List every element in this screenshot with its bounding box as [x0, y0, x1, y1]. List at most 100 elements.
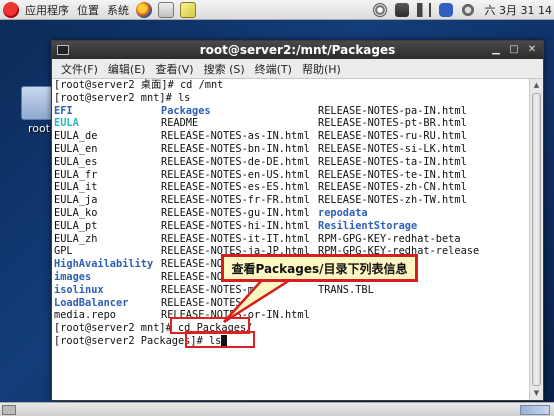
- listing-entry: images: [54, 270, 92, 283]
- command-line: [root@server2 mnt]# ls: [54, 91, 191, 104]
- mail-launcher-icon[interactable]: [158, 1, 174, 18]
- terminal-output[interactable]: [root@server2 桌面]# cd /mnt [root@server2…: [52, 79, 529, 400]
- listing-entry: RELEASE-NOTES-es-ES.html: [161, 181, 310, 194]
- top-panel: 应用程序 位置 系统 六 3月 31 14: [0, 0, 554, 20]
- menubar: 文件(F) 编辑(E) 查看(V) 搜索 (S) 终端(T) 帮助(H): [52, 59, 543, 79]
- menu-terminal[interactable]: 终端(T): [250, 61, 297, 77]
- listing-entry: RELEASE-NOTES-it-IT.html: [161, 232, 310, 245]
- menu-help[interactable]: 帮助(H): [297, 61, 346, 77]
- listing-entry: RELEASE-NOTES-fr-FR.html: [161, 194, 310, 207]
- listing-entry: TRANS.TBL: [318, 283, 374, 296]
- menu-edit[interactable]: 编辑(E): [103, 61, 151, 77]
- listing-entry: EULA_zh: [54, 232, 98, 245]
- listing-row: EULA_it RELEASE-NOTES-es-ES.html RELEASE-N…: [54, 181, 529, 194]
- listing-row: EULA_ko RELEASE-NOTES-gu-IN.html repodata: [54, 207, 529, 220]
- note-launcher-icon[interactable]: [180, 1, 196, 18]
- minimize-button[interactable]: ▁: [489, 43, 503, 57]
- command-line-current: [root@server2 Packages]# ls: [54, 335, 529, 348]
- listing-entry: RELEASE-NOTES-bn-IN.html: [161, 142, 310, 155]
- listing-row: EULA_ja RELEASE-NOTES-fr-FR.html RELEASE-N…: [54, 194, 529, 207]
- listing-row: EULA README RELEASE-NOTES-pt-BR.html: [54, 117, 529, 130]
- power-icon[interactable]: [394, 2, 409, 17]
- menu-search[interactable]: 搜索 (S): [199, 61, 250, 77]
- listing-row: LoadBalancer RELEASE-NOTES-: [54, 297, 529, 310]
- menu-file[interactable]: 文件(F): [56, 61, 103, 77]
- listing-entry: Packages: [161, 104, 211, 117]
- listing-entry: RELEASE-NOTES-or-IN.html: [161, 309, 310, 322]
- firefox-launcher-icon[interactable]: [136, 1, 152, 18]
- prompt-text: [root@server2 Packages]# ls: [54, 334, 222, 347]
- listing-row: media.repo RELEASE-NOTES-or-IN.html: [54, 309, 529, 322]
- network-icon[interactable]: [372, 2, 387, 17]
- listing-entry: RELEASE-NOTES-de-DE.html: [161, 155, 310, 168]
- places-menu[interactable]: 位置: [73, 0, 103, 20]
- listing-entry: EFI: [54, 104, 73, 117]
- listing-entry: [318, 297, 498, 310]
- system-menu[interactable]: 系统: [103, 0, 133, 20]
- listing-row: EULA_pt RELEASE-NOTES-hi-IN.html Resilient…: [54, 220, 529, 233]
- scroll-thumb[interactable]: [532, 93, 541, 386]
- listing-entry: EULA_es: [54, 155, 98, 168]
- listing-entry: media.repo: [54, 309, 116, 322]
- listing-row: EULA_es RELEASE-NOTES-de-DE.html RELEASE-N…: [54, 156, 529, 169]
- listing-entry: RELEASE-NOTES-hi-IN.html: [161, 219, 310, 232]
- command-line: [root@server2 桌面]# cd /mnt: [54, 79, 224, 91]
- listing-entry: EULA_en: [54, 142, 98, 155]
- listing-entry: RELEASE-NOTES-ru-RU.html: [318, 130, 467, 143]
- scroll-up-arrow-icon[interactable]: ▲: [530, 79, 543, 92]
- listing-entry: EULA: [54, 117, 79, 130]
- maximize-button[interactable]: □: [507, 43, 521, 57]
- listing-entry: HighAvailability: [54, 258, 154, 271]
- listing-entry: RELEASE-NOTES-ta-IN.html: [318, 155, 467, 168]
- listing-entry: README: [161, 117, 199, 130]
- listing-entry: RPM-GPG-KEY-redhat-beta: [318, 232, 461, 245]
- listing-entry: EULA_ja: [54, 194, 98, 207]
- window-title: root@server2:/mnt/Packages: [199, 43, 396, 57]
- listing-entry: RELEASE-NOTES-zh-CN.html: [318, 181, 467, 194]
- show-desktop-icon[interactable]: [2, 405, 16, 415]
- listing-entry: RELEASE-NOTES-si-LK.html: [318, 142, 467, 155]
- listing-entry: RELEASE-NOTES-as-IN.html: [161, 130, 310, 143]
- vertical-scrollbar[interactable]: ▲ ▼: [529, 79, 543, 400]
- listing-entry: EULA_ko: [54, 206, 98, 219]
- settings-gear-icon[interactable]: [460, 2, 475, 17]
- listing-row: EULA_de RELEASE-NOTES-as-IN.html RELEASE-N…: [54, 130, 529, 143]
- menu-view[interactable]: 查看(V): [150, 61, 198, 77]
- system-tray: 六 3月 31 14: [369, 2, 554, 18]
- annotation-callout: 查看Packages/目录下列表信息: [221, 254, 418, 282]
- listing-entry: RELEASE-NOTES-te-IN.html: [318, 168, 467, 181]
- listing-entry: EULA_fr: [54, 168, 98, 181]
- listing-row: EULA_zh RELEASE-NOTES-it-IT.html RPM-GPG-K…: [54, 233, 529, 246]
- scroll-down-arrow-icon[interactable]: ▼: [530, 387, 543, 400]
- listing-row: EULA_en RELEASE-NOTES-bn-IN.html RELEASE-N…: [54, 143, 529, 156]
- terminal-window: root@server2:/mnt/Packages ▁ □ ✕ 文件(F) 编…: [51, 40, 544, 401]
- listing-entry: RELEASE-NOTES-: [161, 296, 248, 309]
- command-line: [root@server2 mnt]# cd Packages/: [54, 322, 253, 335]
- directory-listing: EFI Packages RELEASE-NOTES-pa-IN.html EULA R…: [54, 105, 529, 323]
- listing-entry: EULA_de: [54, 130, 98, 143]
- applications-menu[interactable]: 应用程序: [21, 0, 73, 20]
- workspace-switcher[interactable]: [520, 405, 550, 415]
- volume-icon[interactable]: [416, 2, 431, 17]
- listing-entry: RELEASE-NOTES-pa-IN.html: [318, 104, 467, 117]
- listing-entry: ResilientStorage: [318, 219, 418, 232]
- close-button[interactable]: ✕: [525, 43, 539, 57]
- listing-entry: isolinux: [54, 283, 104, 296]
- clock[interactable]: 六 3月 31 14: [485, 2, 552, 18]
- listing-entry: EULA_it: [54, 181, 98, 194]
- listing-row: EULA_fr RELEASE-NOTES-en-US.html RELEASE-N…: [54, 169, 529, 182]
- listing-entry: RELEASE-NOTES-zh-TW.html: [318, 194, 467, 207]
- text-cursor: [221, 335, 228, 347]
- listing-row: isolinux RELEASE-NOTES-m TRANS.TBL: [54, 284, 529, 297]
- listing-entry: GPL: [54, 245, 73, 258]
- listing-entry: RELEASE-NOTES-en-US.html: [161, 168, 310, 181]
- redhat-logo-icon[interactable]: [3, 1, 19, 18]
- listing-row: EFI Packages RELEASE-NOTES-pa-IN.html: [54, 105, 529, 118]
- listing-entry: RELEASE-NOTES-gu-IN.html: [161, 206, 310, 219]
- bluetooth-icon[interactable]: [438, 2, 453, 17]
- listing-entry: RELEASE-NOTES-m: [161, 283, 254, 296]
- listing-entry: EULA_pt: [54, 219, 98, 232]
- bottom-panel: [0, 402, 554, 416]
- window-titlebar[interactable]: root@server2:/mnt/Packages ▁ □ ✕: [52, 41, 543, 59]
- listing-entry: LoadBalancer: [54, 296, 129, 309]
